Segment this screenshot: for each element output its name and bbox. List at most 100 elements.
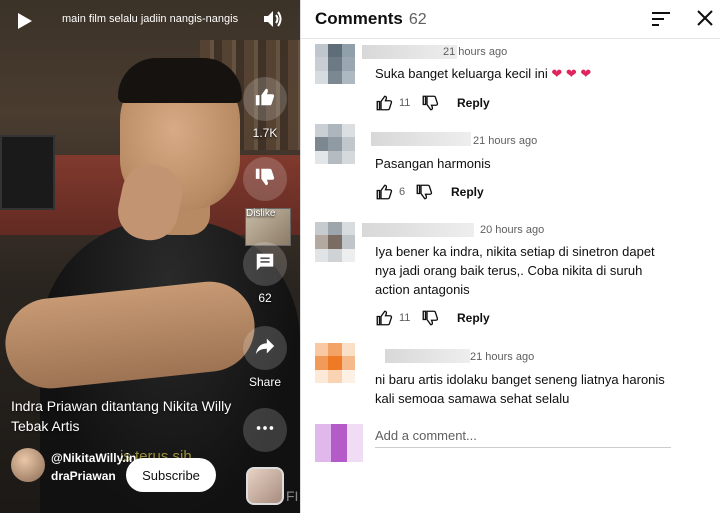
like-icon[interactable] bbox=[375, 309, 393, 327]
avatar-pixel bbox=[328, 150, 342, 164]
comment-body: Pasangan harmonis bbox=[375, 156, 491, 171]
comment-text: Suka banget keluarga kecil ini ❤ ❤ ❤ bbox=[375, 64, 675, 83]
play-icon[interactable] bbox=[13, 10, 35, 37]
comment-like-count: 11 bbox=[399, 312, 411, 324]
comment-text: Iya bener ka indra, nikita setiap di sin… bbox=[375, 242, 675, 299]
comment-avatar[interactable] bbox=[315, 222, 355, 262]
comments-count: 62 bbox=[408, 11, 427, 28]
comment-count: 62 bbox=[258, 291, 272, 305]
video-caption: Indra Priawan ditantang Nikita Willy Teb… bbox=[11, 398, 232, 434]
like-icon[interactable] bbox=[375, 94, 393, 112]
more-action[interactable] bbox=[243, 408, 287, 452]
add-comment-bar bbox=[315, 424, 710, 464]
comment-author-redacted[interactable] bbox=[385, 349, 470, 363]
share-button[interactable] bbox=[243, 326, 287, 370]
comment-time: 21 hours ago bbox=[443, 46, 508, 58]
avatar-pixel bbox=[315, 235, 329, 249]
avatar-pixel bbox=[315, 369, 329, 383]
add-comment-input[interactable] bbox=[375, 424, 671, 448]
avatar-pixel bbox=[315, 424, 331, 462]
comment-body: Suka banget keluarga kecil ini ❤ ❤ ❤ bbox=[375, 66, 592, 81]
avatar-pixel bbox=[341, 137, 355, 151]
more-icon bbox=[254, 417, 276, 444]
avatar-pixel bbox=[347, 424, 363, 462]
comment-like-count: 11 bbox=[399, 97, 411, 109]
user-avatar bbox=[315, 424, 363, 462]
avatar-pixel bbox=[315, 44, 329, 58]
dislike-icon[interactable] bbox=[421, 309, 439, 327]
avatar-pixel bbox=[331, 424, 347, 462]
reply-button[interactable]: Reply bbox=[451, 185, 484, 199]
dislike-icon[interactable] bbox=[415, 183, 433, 201]
comments-header: Comments 62 bbox=[315, 9, 427, 29]
avatar-pixel bbox=[341, 150, 355, 164]
more-button[interactable] bbox=[243, 408, 287, 452]
dislike-icon[interactable] bbox=[421, 94, 439, 112]
comment-author-redacted[interactable] bbox=[362, 223, 474, 237]
share-action[interactable]: Share bbox=[243, 326, 287, 389]
heart-icon: ❤ bbox=[580, 66, 592, 81]
header-divider bbox=[301, 38, 720, 39]
avatar-pixel bbox=[341, 222, 355, 236]
dislike-action[interactable] bbox=[243, 157, 287, 201]
video-top-title: main film selalu jadiin nangis-nangis bbox=[62, 13, 239, 25]
comment-time: 21 hours ago bbox=[470, 351, 535, 363]
channel-avatar[interactable] bbox=[11, 448, 45, 482]
corner-mark: FI bbox=[286, 488, 299, 504]
avatar-pixel bbox=[341, 70, 355, 84]
comment-like-count: 6 bbox=[399, 186, 406, 198]
comment-actions: 6 Reply bbox=[375, 182, 484, 202]
avatar-pixel bbox=[328, 343, 342, 357]
avatar-pixel bbox=[315, 356, 329, 370]
comment-time: 20 hours ago bbox=[480, 224, 545, 236]
comment-item: 20 hours ago Iya bener ka indra, nikita … bbox=[315, 222, 710, 334]
volume-icon[interactable] bbox=[262, 9, 284, 34]
avatar-pixel bbox=[328, 369, 342, 383]
video-player[interactable]: main film selalu jadiin nangis-nangis 1.… bbox=[0, 0, 300, 513]
comment-icon bbox=[254, 251, 276, 278]
sound-thumbnail[interactable] bbox=[246, 467, 284, 505]
comment-avatar[interactable] bbox=[315, 44, 355, 84]
close-icon[interactable] bbox=[696, 9, 714, 32]
subscribe-button[interactable]: Subscribe bbox=[126, 458, 216, 492]
comment-author-redacted[interactable] bbox=[371, 132, 471, 146]
share-label: Share bbox=[248, 375, 282, 389]
like-icon[interactable] bbox=[375, 183, 393, 201]
comment-action[interactable]: 62 bbox=[243, 242, 287, 305]
avatar-pixel bbox=[341, 369, 355, 383]
comment-avatar[interactable] bbox=[315, 343, 355, 383]
avatar-pixel bbox=[328, 124, 342, 138]
avatar-pixel bbox=[328, 44, 342, 58]
comment-time: 21 hours ago bbox=[473, 135, 538, 147]
person-hair bbox=[118, 58, 242, 103]
comment-text: ni baru artis idolaku banget seneng liat… bbox=[375, 370, 675, 403]
avatar-pixel bbox=[315, 248, 329, 262]
heart-icon: ❤ bbox=[551, 66, 563, 81]
comment-avatar[interactable] bbox=[315, 124, 355, 164]
reply-button[interactable]: Reply bbox=[457, 96, 490, 110]
comment-button[interactable] bbox=[243, 242, 287, 286]
comment-item: 21 hours ago Pasangan harmonis 6 Reply bbox=[315, 124, 710, 206]
avatar-pixel bbox=[328, 222, 342, 236]
like-button[interactable] bbox=[243, 77, 287, 121]
like-action[interactable]: 1.7K bbox=[243, 77, 287, 140]
like-icon bbox=[254, 86, 276, 113]
avatar-pixel bbox=[315, 343, 329, 357]
avatar-pixel bbox=[341, 248, 355, 262]
share-icon bbox=[254, 335, 276, 362]
avatar-pixel bbox=[315, 137, 329, 151]
comment-actions: 11 Reply bbox=[375, 93, 490, 113]
avatar-pixel bbox=[315, 57, 329, 71]
avatar-pixel bbox=[328, 248, 342, 262]
sort-icon[interactable] bbox=[651, 11, 671, 32]
reply-button[interactable]: Reply bbox=[457, 311, 490, 325]
avatar-pixel bbox=[341, 57, 355, 71]
avatar-pixel bbox=[328, 57, 342, 71]
background-monitor bbox=[0, 135, 55, 210]
avatar-pixel bbox=[341, 235, 355, 249]
avatar-pixel bbox=[341, 124, 355, 138]
dislike-button[interactable] bbox=[243, 157, 287, 201]
avatar-pixel bbox=[328, 356, 342, 370]
dislike-icon bbox=[254, 166, 276, 193]
like-count: 1.7K bbox=[252, 126, 278, 140]
